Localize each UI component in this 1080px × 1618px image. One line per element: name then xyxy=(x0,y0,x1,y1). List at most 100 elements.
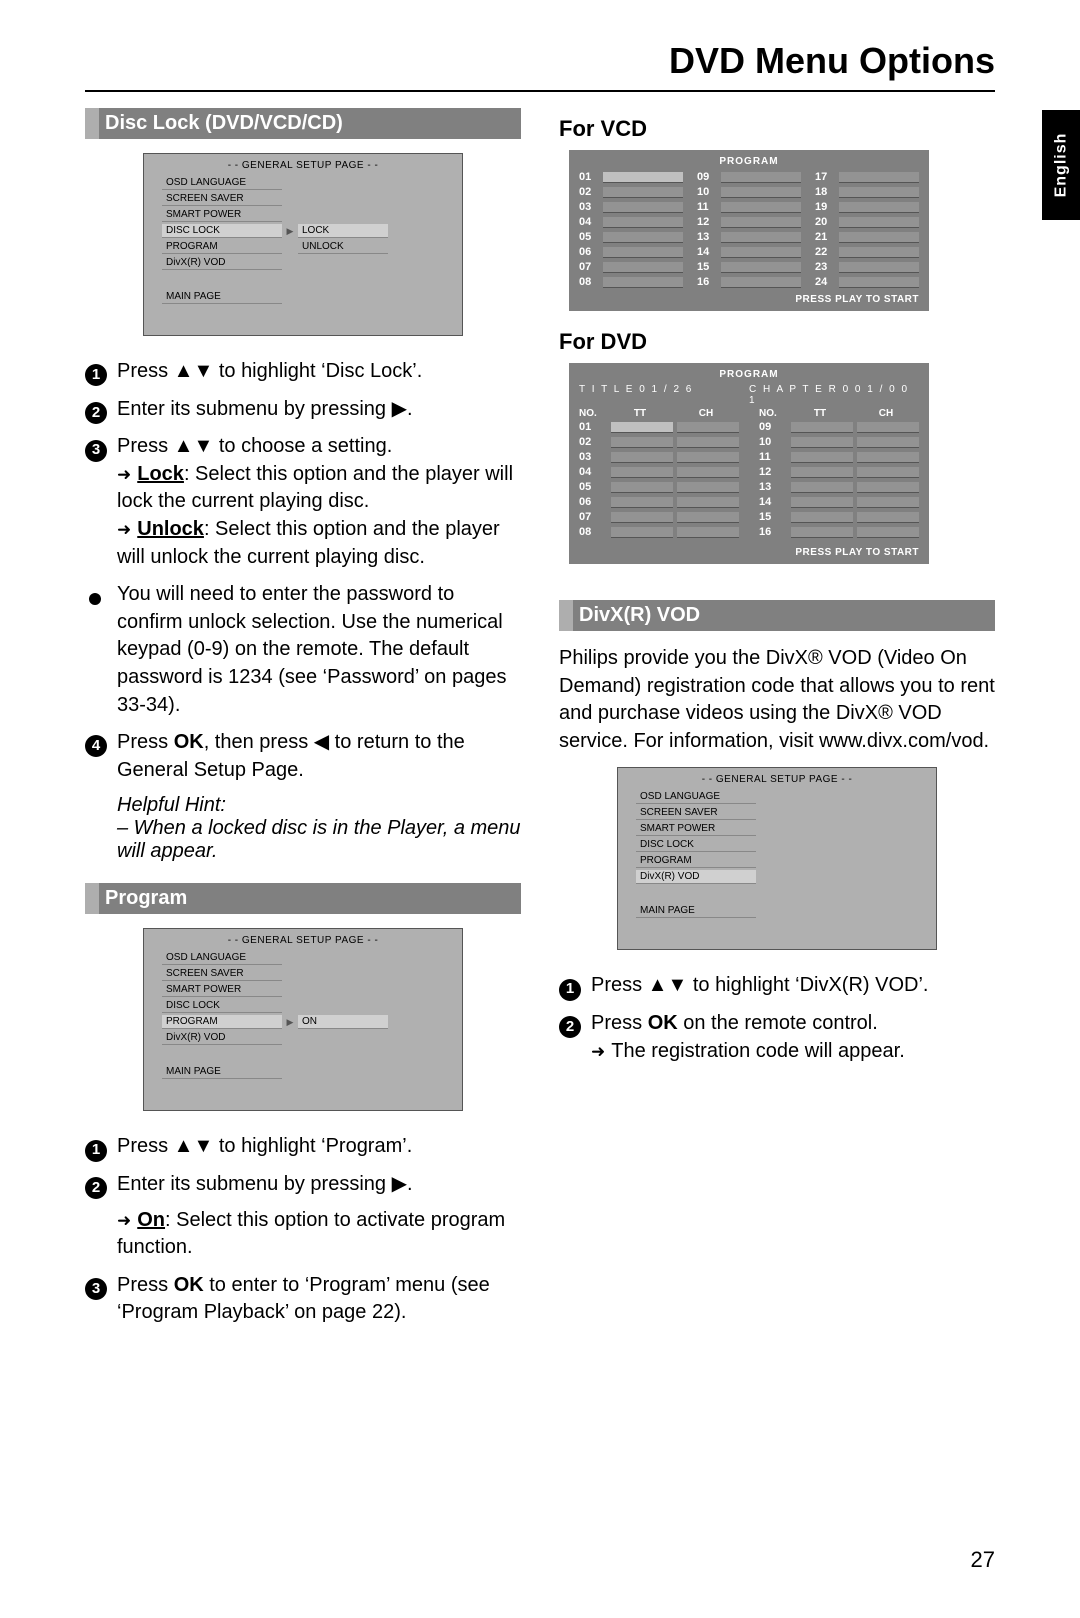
title-rule xyxy=(85,90,995,92)
right-column: For VCD PROGRAM 010917021018031119041220… xyxy=(559,108,995,1337)
divx-instructions: 1Press ▲▼ to highlight ‘DivX(R) VOD’. 2 … xyxy=(559,972,995,1065)
divx-paragraph: Philips provide you the DivX® VOD (Video… xyxy=(559,645,995,755)
dvd-row: 09 xyxy=(759,421,919,433)
osd-item: SMART POWER xyxy=(162,983,282,997)
dvd-title-chapter-info: T I T L E 0 1 / 2 6 C H A P T E R 0 0 1 … xyxy=(579,384,919,406)
step-text: Enter its submenu by pressing ▶. xyxy=(117,396,521,424)
dvd-row: 04 xyxy=(579,466,739,478)
prog-cell: 06 xyxy=(579,246,683,258)
prog-cell: 10 xyxy=(697,186,801,198)
prog-cell: 14 xyxy=(697,246,801,258)
dvd-row: 05 xyxy=(579,481,739,493)
dvd-row: 10 xyxy=(759,436,919,448)
osd-item: DivX(R) VOD xyxy=(162,1031,282,1045)
osd-item: PROGRAM xyxy=(162,240,282,254)
step-text: You will need to enter the password to c… xyxy=(117,581,521,719)
osd-main-page: MAIN PAGE xyxy=(636,904,756,918)
prog-cell: 20 xyxy=(815,216,919,228)
prog-cell: 19 xyxy=(815,201,919,213)
osd-item-selected: DISC LOCK xyxy=(162,224,282,238)
prog-cell: 02 xyxy=(579,186,683,198)
prog-cell: 17 xyxy=(815,171,919,183)
osd-item-selected: DivX(R) VOD xyxy=(636,870,756,884)
osd-item: OSD LANGUAGE xyxy=(162,951,282,965)
step-text: Press OK, then press ◀ to return to the … xyxy=(117,729,521,784)
dvd-row: 14 xyxy=(759,496,919,508)
osd-item: DISC LOCK xyxy=(162,999,282,1013)
language-tab: English xyxy=(1042,110,1080,220)
osd-item: SCREEN SAVER xyxy=(162,967,282,981)
dvd-row: 01 xyxy=(579,421,739,433)
prog-cell: 11 xyxy=(697,201,801,213)
prog-cell: 05 xyxy=(579,231,683,243)
osd-item-selected: PROGRAM xyxy=(162,1015,282,1029)
osd-main-page: MAIN PAGE xyxy=(162,1065,282,1079)
dvd-row: 16 xyxy=(759,526,919,538)
page-title: DVD Menu Options xyxy=(669,40,995,82)
step-text: Press OK on the remote control. The regi… xyxy=(591,1010,995,1065)
osd-item: SMART POWER xyxy=(162,208,282,222)
dvd-row: 11 xyxy=(759,451,919,463)
page-number: 27 xyxy=(971,1547,995,1573)
step-text: Press OK to enter to ‘Program’ menu (see… xyxy=(117,1272,521,1327)
prog-cell: 13 xyxy=(697,231,801,243)
osd-item: SMART POWER xyxy=(636,822,756,836)
step-text: Press ▲▼ to choose a setting. Lock: Sele… xyxy=(117,433,521,571)
osd-sub-item: UNLOCK xyxy=(298,240,388,254)
osd-item: SCREEN SAVER xyxy=(162,192,282,206)
section-heading-disc-lock: Disc Lock (DVD/VCD/CD) xyxy=(85,108,521,139)
step-text: Enter its submenu by pressing ▶. On: Sel… xyxy=(117,1171,521,1262)
dvd-row: 07 xyxy=(579,511,739,523)
dvd-row: 02 xyxy=(579,436,739,448)
osd-sub-item: LOCK xyxy=(298,224,388,238)
disc-lock-instructions: 1Press ▲▼ to highlight ‘Disc Lock’. 2Ent… xyxy=(85,358,521,784)
prog-cell: 12 xyxy=(697,216,801,228)
osd-item: OSD LANGUAGE xyxy=(162,176,282,190)
osd-sub-item: ON xyxy=(298,1015,388,1029)
dvd-row: 13 xyxy=(759,481,919,493)
prog-cell: 24 xyxy=(815,276,919,288)
helpful-hint: Helpful Hint: – When a locked disc is in… xyxy=(117,794,521,863)
dvd-row: 06 xyxy=(579,496,739,508)
step-text: Press ▲▼ to highlight ‘Program’. xyxy=(117,1133,521,1161)
program-grid-dvd: PROGRAM T I T L E 0 1 / 2 6 C H A P T E … xyxy=(569,363,929,564)
prog-footer: PRESS PLAY TO START xyxy=(579,294,919,305)
prog-cell: 07 xyxy=(579,261,683,273)
program-grid-vcd: PROGRAM 01091702101803111904122005132106… xyxy=(569,150,929,311)
dvd-row: 08 xyxy=(579,526,739,538)
osd-item: OSD LANGUAGE xyxy=(636,790,756,804)
osd-item: DivX(R) VOD xyxy=(162,256,282,270)
step-text: Press ▲▼ to highlight ‘Disc Lock’. xyxy=(117,358,521,386)
dvd-row: 12 xyxy=(759,466,919,478)
osd-arrow-icon: ▶ xyxy=(282,1017,298,1028)
prog-cell: 21 xyxy=(815,231,919,243)
osd-title: - - GENERAL SETUP PAGE - - xyxy=(618,768,936,789)
heading-for-vcd: For VCD xyxy=(559,116,995,142)
section-heading-program: Program xyxy=(85,883,521,914)
prog-footer: PRESS PLAY TO START xyxy=(579,547,919,558)
dvd-row: 03 xyxy=(579,451,739,463)
prog-cell: 01 xyxy=(579,171,683,183)
osd-item: DISC LOCK xyxy=(636,838,756,852)
osd-program: - - GENERAL SETUP PAGE - - OSD LANGUAGE … xyxy=(143,928,463,1111)
section-heading-divx: DivX(R) VOD xyxy=(559,600,995,631)
program-instructions: 1Press ▲▼ to highlight ‘Program’. 2 Ente… xyxy=(85,1133,521,1327)
osd-title: - - GENERAL SETUP PAGE - - xyxy=(144,929,462,950)
prog-title: PROGRAM xyxy=(579,156,919,167)
osd-main-page: MAIN PAGE xyxy=(162,290,282,304)
step-text: Press ▲▼ to highlight ‘DivX(R) VOD’. xyxy=(591,972,995,1000)
prog-cell: 09 xyxy=(697,171,801,183)
prog-title: PROGRAM xyxy=(579,369,919,380)
osd-disc-lock: - - GENERAL SETUP PAGE - - OSD LANGUAGE … xyxy=(143,153,463,336)
prog-cell: 15 xyxy=(697,261,801,273)
osd-arrow-icon: ▶ xyxy=(282,226,298,237)
prog-cell: 22 xyxy=(815,246,919,258)
osd-item: SCREEN SAVER xyxy=(636,806,756,820)
osd-divx: - - GENERAL SETUP PAGE - - OSD LANGUAGE … xyxy=(617,767,937,950)
osd-item: PROGRAM xyxy=(636,854,756,868)
left-column: Disc Lock (DVD/VCD/CD) - - GENERAL SETUP… xyxy=(85,108,521,1337)
prog-cell: 23 xyxy=(815,261,919,273)
prog-cell: 04 xyxy=(579,216,683,228)
heading-for-dvd: For DVD xyxy=(559,329,995,355)
prog-cell: 16 xyxy=(697,276,801,288)
